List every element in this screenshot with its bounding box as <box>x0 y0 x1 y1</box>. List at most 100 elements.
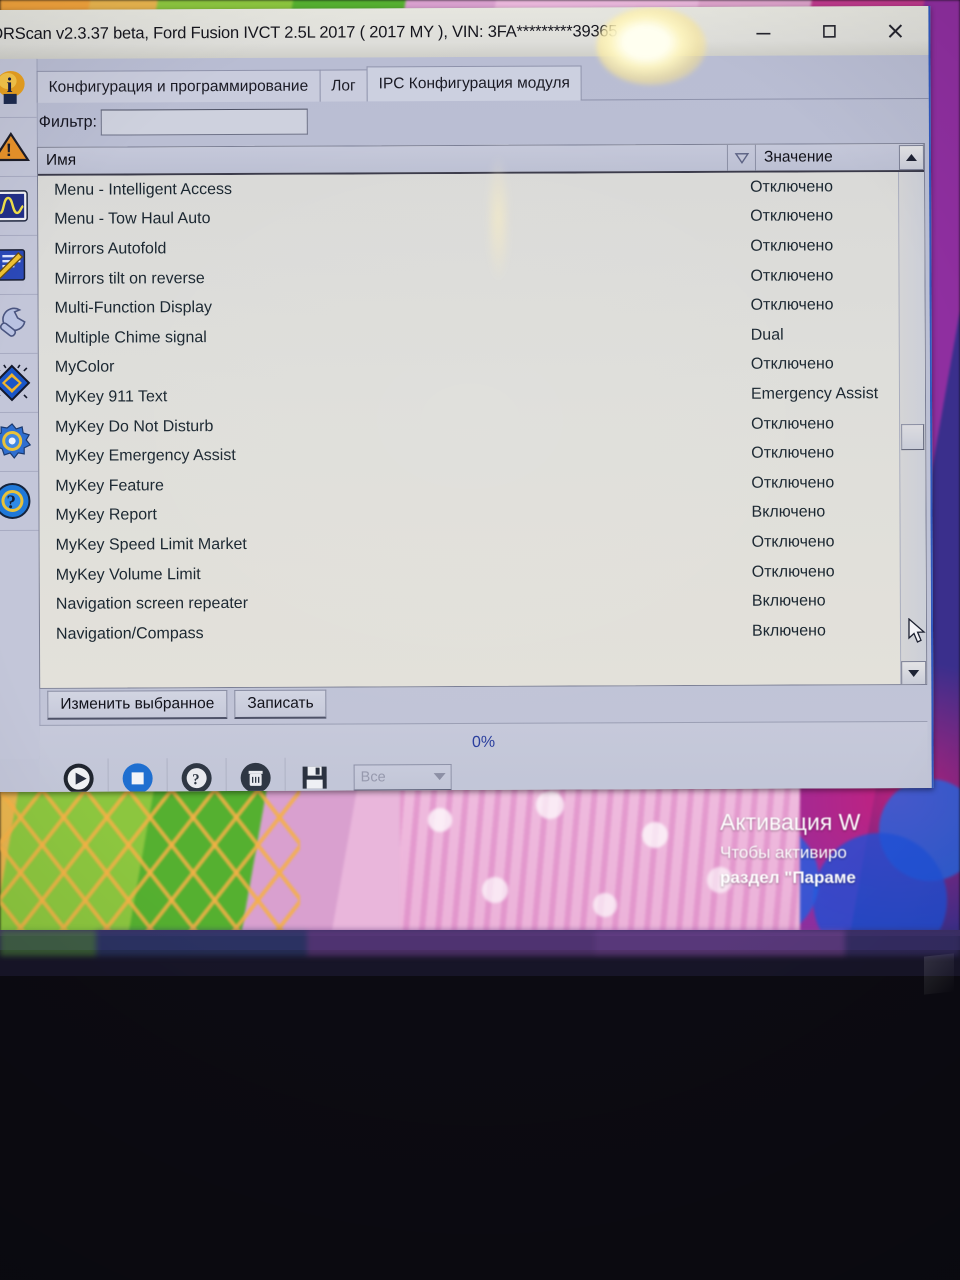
cell-parameter-value: Отключено <box>751 414 835 433</box>
delete-button[interactable] <box>226 757 286 793</box>
list-vertical-scrollbar[interactable] <box>898 144 927 687</box>
column-header-label: Значение <box>763 148 833 166</box>
sort-indicator[interactable] <box>727 144 757 171</box>
left-toolbar: i ! ? <box>0 58 41 760</box>
table-row[interactable]: MyKey Speed Limit Market Отключено <box>40 527 926 560</box>
cell-parameter-name: MyKey 911 Text <box>54 388 168 406</box>
cell-parameter-name: MyKey Do Not Disturb <box>55 417 214 436</box>
stop-icon <box>122 763 153 793</box>
title-bar: ORScan v2.3.37 beta, Ford Fusion IVCT 2.… <box>0 5 929 60</box>
table-row[interactable]: MyKey 911 Text Emergency Assist <box>39 379 925 412</box>
edit-selected-button[interactable]: Изменить выбранное <box>47 690 228 720</box>
cell-parameter-value: Отключено <box>750 207 834 226</box>
table-row[interactable]: Navigation screen repeater Включено <box>40 586 926 619</box>
oscilloscope-icon <box>0 186 31 226</box>
parameters-list[interactable]: Имя Значение Menu - Intelligent Access От… <box>36 142 928 689</box>
table-row[interactable]: Menu - Intelligent Access Отключено <box>38 172 924 205</box>
svg-text:?: ? <box>192 772 200 788</box>
sidebar-item-help[interactable]: ? <box>0 471 39 532</box>
sidebar-item-oscilloscope[interactable] <box>0 176 38 237</box>
table-row[interactable]: MyKey Feature Отключено <box>39 468 925 501</box>
photo-of-monitor: Активация W Чтобы активиро раздел "Парам… <box>0 0 960 1280</box>
sidebar-item-modules[interactable] <box>0 353 39 414</box>
sidebar-item-tools[interactable] <box>0 294 38 355</box>
cell-parameter-name: MyKey Report <box>55 506 157 525</box>
cell-parameter-value: Отключено <box>751 562 835 581</box>
cell-parameter-value: Отключено <box>750 237 834 255</box>
activation-line-2: раздел "Параме <box>720 868 856 887</box>
question-button[interactable]: ? <box>167 758 227 793</box>
maximize-button[interactable] <box>796 8 862 54</box>
cell-parameter-value: Отключено <box>750 296 834 314</box>
cell-parameter-name: Navigation/Compass <box>55 624 204 643</box>
scrollbar-thumb[interactable] <box>901 423 925 451</box>
sidebar-item-service[interactable] <box>0 235 38 296</box>
info-icon: i <box>0 68 31 108</box>
play-icon <box>63 763 94 793</box>
stop-button[interactable] <box>108 758 168 793</box>
filter-input[interactable] <box>100 108 309 136</box>
close-button[interactable] <box>862 7 928 53</box>
tab-ipc-module-configuration[interactable]: IPC Конфигурация модуля <box>366 65 583 102</box>
bottom-toolbar-panel: 0% ? Все <box>39 720 928 793</box>
monitor-bezel <box>0 930 960 1280</box>
table-row[interactable]: MyKey Report Включено <box>39 497 925 530</box>
tab-configuration-programming[interactable]: Конфигурация и программирование <box>36 69 321 103</box>
sidebar-item-settings[interactable] <box>0 412 39 473</box>
dropdown-value: Все <box>360 768 386 785</box>
tab-label: Конфигурация и программирование <box>48 77 309 96</box>
cell-parameter-value: Включено <box>751 503 826 522</box>
windows-activation-watermark: Активация W Чтобы активиро раздел "Парам… <box>720 805 960 891</box>
edit-config-icon <box>0 245 31 285</box>
triangle-down-icon <box>734 153 749 164</box>
play-button[interactable] <box>49 758 109 793</box>
column-header-name[interactable]: Имя <box>37 144 729 174</box>
forscan-window: ORScan v2.3.37 beta, Ford Fusion IVCT 2.… <box>0 5 934 793</box>
table-row[interactable]: MyColor Отключено <box>39 350 925 383</box>
write-button[interactable]: Записать <box>234 689 327 719</box>
sidebar-item-dtc[interactable]: ! <box>0 117 38 178</box>
table-row[interactable]: Mirrors Autofold Отключено <box>38 231 924 264</box>
triangle-up-icon <box>905 154 917 162</box>
cell-parameter-name: MyKey Speed Limit Market <box>55 535 247 554</box>
table-row[interactable]: Mirrors tilt on reverse Отключено <box>38 261 924 294</box>
tab-strip: Конфигурация и программирование Лог IPC … <box>36 65 929 103</box>
filter-mode-dropdown[interactable]: Все <box>353 763 452 791</box>
save-button[interactable] <box>286 758 344 793</box>
svg-text:i: i <box>7 73 13 97</box>
scroll-down-button[interactable] <box>901 660 927 687</box>
gear-icon <box>0 422 32 462</box>
table-row[interactable]: Multi-Function Display Отключено <box>39 290 925 323</box>
trash-icon <box>240 762 271 793</box>
svg-text:?: ? <box>6 492 16 513</box>
cell-parameter-name: Mirrors tilt on reverse <box>54 269 205 288</box>
cell-parameter-value: Отключено <box>751 474 835 492</box>
tab-log[interactable]: Лог <box>319 69 368 102</box>
table-row[interactable]: MyKey Volume Limit Отключено <box>40 557 926 590</box>
table-row[interactable]: MyKey Do Not Disturb Отключено <box>39 409 925 442</box>
sidebar-item-info[interactable]: i <box>0 58 37 119</box>
chevron-down-icon <box>429 772 451 781</box>
table-row[interactable]: Navigation/Compass Включено <box>40 616 926 649</box>
cell-parameter-value: Включено <box>751 622 826 640</box>
filter-row: Фильтр: <box>39 103 919 139</box>
cell-parameter-name: Navigation screen repeater <box>55 595 249 613</box>
cell-parameter-name: Multi-Function Display <box>54 299 213 317</box>
cell-parameter-value: Отключено <box>751 444 835 462</box>
toolbar-icons: ? Все <box>49 757 452 793</box>
cell-parameter-name: MyKey Emergency Assist <box>55 447 236 465</box>
progress-label: 0% <box>471 733 496 751</box>
tab-filler <box>581 96 929 101</box>
cell-parameter-name: Menu - Tow Haul Auto <box>54 210 211 229</box>
scroll-up-button[interactable] <box>898 144 925 171</box>
table-row[interactable]: Menu - Tow Haul Auto Отключено <box>38 202 924 235</box>
cell-parameter-name: Mirrors Autofold <box>54 240 167 258</box>
wrench-icon <box>0 304 32 344</box>
table-row[interactable]: MyKey Emergency Assist Отключено <box>39 438 925 471</box>
button-label: Записать <box>247 694 314 712</box>
help-icon: ? <box>0 481 33 521</box>
minimize-button[interactable] <box>730 8 796 54</box>
table-row[interactable]: Multiple Chime signal Dual <box>39 320 925 353</box>
chip-module-icon <box>0 363 32 403</box>
button-label: Изменить выбранное <box>60 695 215 713</box>
